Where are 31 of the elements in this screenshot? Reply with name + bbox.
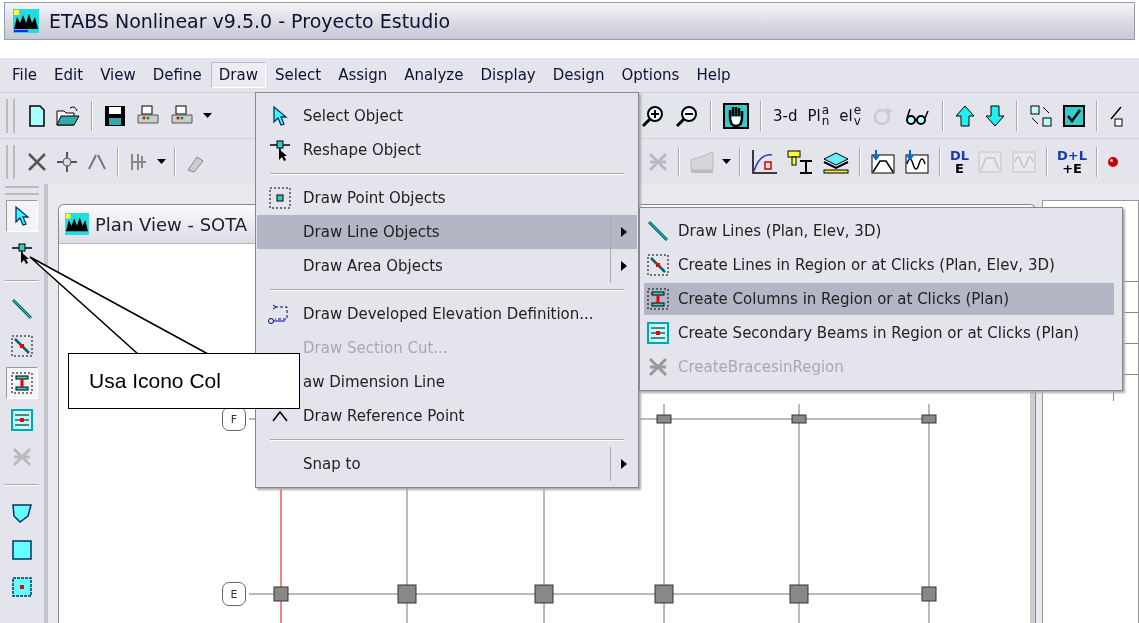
menu-option[interactable]: Create Secondary Beams in Region or at Clicks (Plan) [644, 317, 1114, 349]
menu-option[interactable]: Draw Point Objects [257, 181, 637, 215]
menu-option[interactable]: Draw Developed Elevation Definition... [257, 297, 637, 331]
menu-item[interactable]: Define [144, 62, 210, 88]
menu-option[interactable]: Draw Line Objects [257, 215, 637, 249]
plan-view-title: Plan View - SOTA [95, 213, 248, 235]
grid-bubble: E [222, 582, 246, 606]
view-3d-button[interactable]: 3-d [770, 100, 801, 131]
window-title: ETABS Nonlinear v9.5.0 - Proyecto Estudio [49, 10, 451, 32]
menu-item[interactable]: Draw [210, 62, 266, 88]
combo-button[interactable]: DL E [947, 146, 973, 177]
menu-option[interactable]: Draw Lines (Plan, Elev, 3D) [644, 215, 1114, 247]
grid-bubble: F [222, 407, 246, 431]
menu-option[interactable]: Create Lines in Region or at Clicks (Plan, Elev, 3D) [644, 249, 1114, 281]
combo-button[interactable]: D+L +E [1054, 146, 1091, 177]
menu-item[interactable]: Help [688, 62, 739, 88]
menu-option[interactable]: Reshape Object [257, 133, 637, 167]
menu-item[interactable]: File [4, 62, 46, 88]
menu-item[interactable]: Assign [330, 62, 396, 88]
menu-item[interactable]: Display [472, 62, 544, 88]
menu-option[interactable]: Snap to [257, 447, 637, 481]
menu-item[interactable]: Options [613, 62, 688, 88]
menu-item[interactable]: Edit [46, 62, 92, 88]
menu-item[interactable]: Design [544, 62, 613, 88]
menu-item[interactable]: View [92, 62, 144, 88]
callout-tooltip: Usa Icono Col [68, 353, 300, 409]
menu-option[interactable]: Create Columns in Region or at Clicks (Plan) [644, 283, 1114, 315]
menu-item[interactable]: Select [266, 62, 330, 88]
menu-item[interactable]: Analyze [396, 62, 472, 88]
menu-option[interactable]: Select Object [257, 99, 637, 133]
menu-option[interactable]: Draw Area Objects [257, 249, 637, 283]
